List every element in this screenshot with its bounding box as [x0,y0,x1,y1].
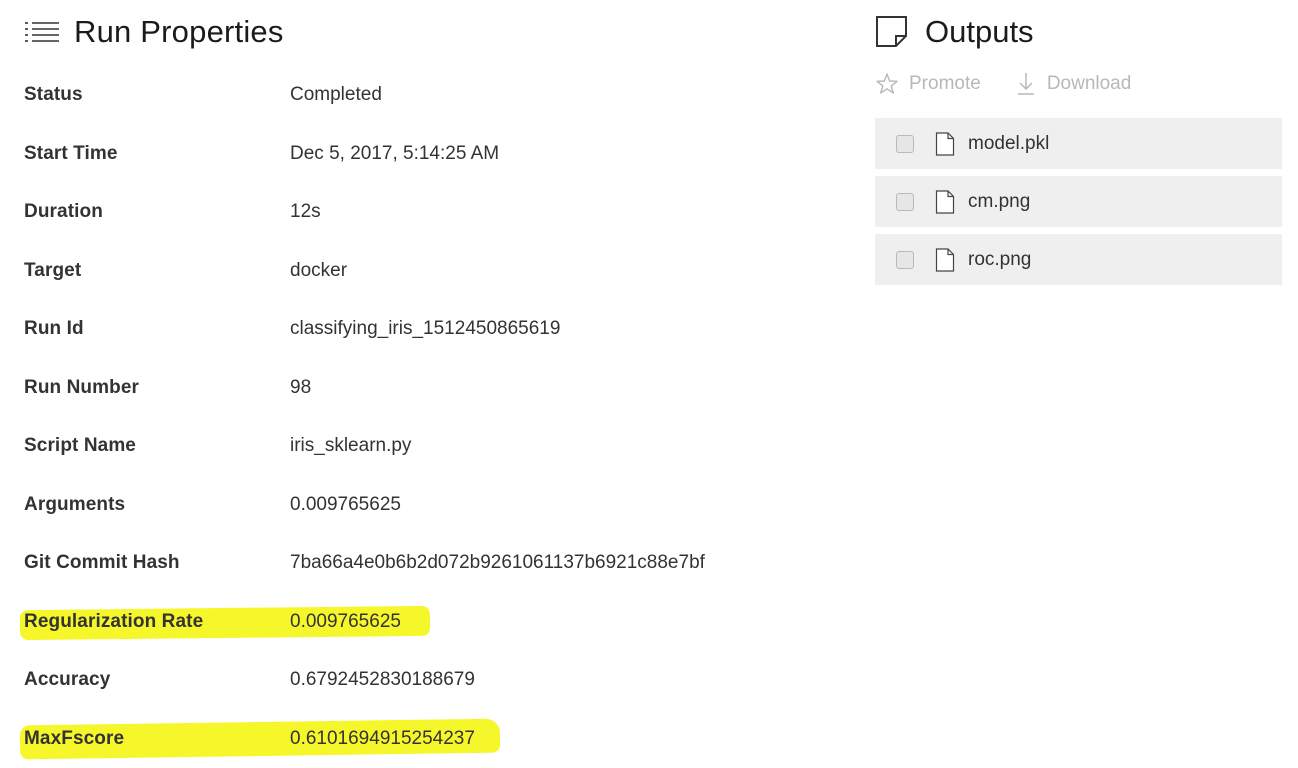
property-value: 12s [290,201,321,223]
property-label: Run Id [24,318,84,340]
property-row-duration: Duration 12s [24,183,824,242]
property-value: 0.009765625 [290,610,401,632]
property-value: docker [290,259,348,281]
file-icon [935,131,955,156]
download-button[interactable]: Download [1015,71,1132,97]
page-title: Run Properties [74,14,284,49]
property-label: Start Time [24,142,118,164]
download-label: Download [1046,73,1132,94]
file-checkbox[interactable] [896,134,914,153]
list-icon [25,22,59,42]
property-row-maxfscore: MaxFscore 0.6101694915254237 [19,710,824,768]
property-row-status: Status Completed [24,66,824,125]
output-file-list: model.pkl cm.png roc.png [875,118,1282,285]
property-row-arguments: Arguments 0.009765625 [24,476,824,535]
document-icon [876,16,907,47]
property-row-run-id: Run Id classifying_iris_1512450865619 [24,300,824,359]
outputs-header: Outputs [875,0,1282,64]
property-label: Script Name [24,435,136,457]
file-icon [935,247,955,272]
file-checkbox[interactable] [896,250,914,269]
property-value: 7ba66a4e0b6b2d072b9261061137b6921c88e7bf [290,552,705,574]
property-value: 0.6792452830188679 [290,669,475,691]
property-row-start-time: Start Time Dec 5, 2017, 5:14:25 AM [24,125,824,184]
property-value: 0.6101694915254237 [290,727,475,749]
property-value: classifying_iris_1512450865619 [290,318,561,340]
file-checkbox[interactable] [896,192,914,211]
file-row-model-pkl[interactable]: model.pkl [875,118,1282,169]
property-row-target: Target docker [24,242,824,301]
promote-label: Promote [909,73,981,94]
property-value: iris_sklearn.py [290,435,412,457]
property-label: MaxFscore [24,727,125,749]
file-icon [935,189,955,214]
file-row-cm-png[interactable]: cm.png [875,176,1282,227]
property-label: Arguments [24,493,126,515]
file-name[interactable]: cm.png [968,191,1030,213]
property-label: Git Commit Hash [24,552,180,574]
star-icon [876,73,898,94]
file-name[interactable]: model.pkl [968,133,1049,155]
property-label: Status [24,84,83,106]
run-properties-panel: Run Properties Status Completed Start Ti… [19,0,824,759]
outputs-toolbar: Promote Download [875,64,1282,104]
run-properties-header: Run Properties [24,0,824,64]
property-label: Duration [24,201,103,223]
property-label: Accuracy [24,669,111,691]
property-value: Dec 5, 2017, 5:14:25 AM [290,142,500,164]
property-row-regularization-rate: Regularization Rate 0.009765625 [19,593,824,652]
property-row-accuracy: Accuracy 0.6792452830188679 [24,651,824,710]
property-list: Status Completed Start Time Dec 5, 2017,… [19,66,824,768]
property-row-git-commit-hash: Git Commit Hash 7ba66a4e0b6b2d072b926106… [24,534,824,593]
file-name[interactable]: roc.png [968,249,1031,271]
outputs-title: Outputs [925,14,1034,49]
property-label: Regularization Rate [24,610,204,632]
outputs-panel: Outputs Promote Download model.pkl cm.pn… [875,0,1282,292]
file-row-roc-png[interactable]: roc.png [875,234,1282,285]
property-row-script-name: Script Name iris_sklearn.py [24,417,824,476]
property-label: Target [24,259,82,281]
property-label: Run Number [24,376,139,398]
property-value: 98 [290,376,312,398]
property-row-run-number: Run Number 98 [24,359,824,418]
property-value: 0.009765625 [290,493,401,515]
property-value: Completed [290,84,382,106]
download-icon [1017,73,1034,95]
promote-button[interactable]: Promote [875,72,981,96]
